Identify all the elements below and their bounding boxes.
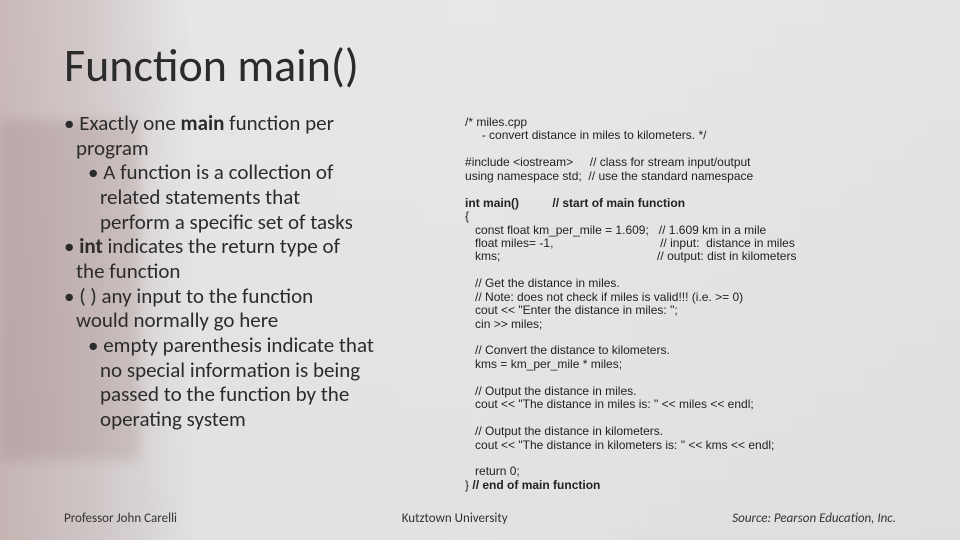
code-l08: const float km_per_mile = 1.609; // 1.60… <box>465 223 766 237</box>
code-l09: float miles= -1, // input: distance in m… <box>465 236 795 250</box>
code-l20: // Output the distance in miles. <box>465 384 636 398</box>
bullet-1a-l2: related statements that <box>64 186 455 209</box>
code-l18: kms = km_per_mile * miles; <box>465 357 622 371</box>
code-l21: cout << "The distance in miles is: " << … <box>465 397 754 411</box>
bullet-1-text-pre: Exactly one <box>79 110 180 136</box>
bullet-2: int indicates the return type of <box>64 235 455 258</box>
bullet-1-text-post: function per <box>224 110 333 136</box>
bullet-3a-l2: no special information is being <box>64 359 455 382</box>
code-l06a: int main() <box>465 196 519 210</box>
code-l06b: // start of main function <box>519 196 685 210</box>
code-l00: /* miles.cpp <box>465 115 527 129</box>
code-l04: using namespace std; // use the standard… <box>465 169 753 183</box>
code-l13: // Note: does not check if miles is vali… <box>465 290 743 304</box>
code-l07: { <box>465 209 469 223</box>
bullet-1-bold: main <box>181 110 225 136</box>
footer-center: Kutztown University <box>402 511 508 526</box>
bullet-3a-l4: operating system <box>64 408 455 431</box>
code-l01: - convert distance in miles to kilometer… <box>465 128 706 142</box>
slide: Function main() Exactly one main functio… <box>0 0 960 540</box>
code-l27b: // end of main function <box>472 478 600 492</box>
code-l26: return 0; <box>465 464 520 478</box>
code-l14: cout << "Enter the distance in miles: "; <box>465 303 678 317</box>
bullet-3a-l1: empty parenthesis indicate that <box>64 334 455 357</box>
bullet-1a-l1: A function is a collection of <box>64 161 455 184</box>
bullet-2-cont: the function <box>64 260 455 283</box>
bullet-2-bold: int <box>79 233 103 259</box>
bullet-1a-l3: perform a specific set of tasks <box>64 211 455 234</box>
footer: Professor John Carelli Kutztown Universi… <box>0 511 960 526</box>
content-columns: Exactly one main function per program A … <box>64 112 896 522</box>
code-l03: #include <iostream> // class for stream … <box>465 155 750 169</box>
code-l24: cout << "The distance in kilometers is: … <box>465 438 774 452</box>
bullet-3-l1: ( ) any input to the function <box>64 285 455 308</box>
code-l15: cin >> miles; <box>465 317 542 331</box>
slide-title: Function main() <box>64 38 896 94</box>
code-column: /* miles.cpp - convert distance in miles… <box>465 112 896 522</box>
code-l23: // Output the distance in kilometers. <box>465 424 663 438</box>
footer-right: Source: Pearson Education, Inc. <box>732 511 896 526</box>
bullet-1: Exactly one main function per <box>64 112 455 135</box>
code-block: /* miles.cpp - convert distance in miles… <box>465 116 896 492</box>
bullet-column: Exactly one main function per program A … <box>64 112 455 522</box>
bullet-2-text-post: indicates the return type of <box>103 233 340 259</box>
bullet-3-l2: would normally go here <box>64 309 455 332</box>
code-l17: // Convert the distance to kilometers. <box>465 343 670 357</box>
bullet-1-cont: program <box>64 137 455 160</box>
code-l12: // Get the distance in miles. <box>465 276 620 290</box>
code-l10: kms; // output: dist in kilometers <box>465 249 796 263</box>
footer-left: Professor John Carelli <box>64 511 177 526</box>
bullet-3a-l3: passed to the function by the <box>64 383 455 406</box>
